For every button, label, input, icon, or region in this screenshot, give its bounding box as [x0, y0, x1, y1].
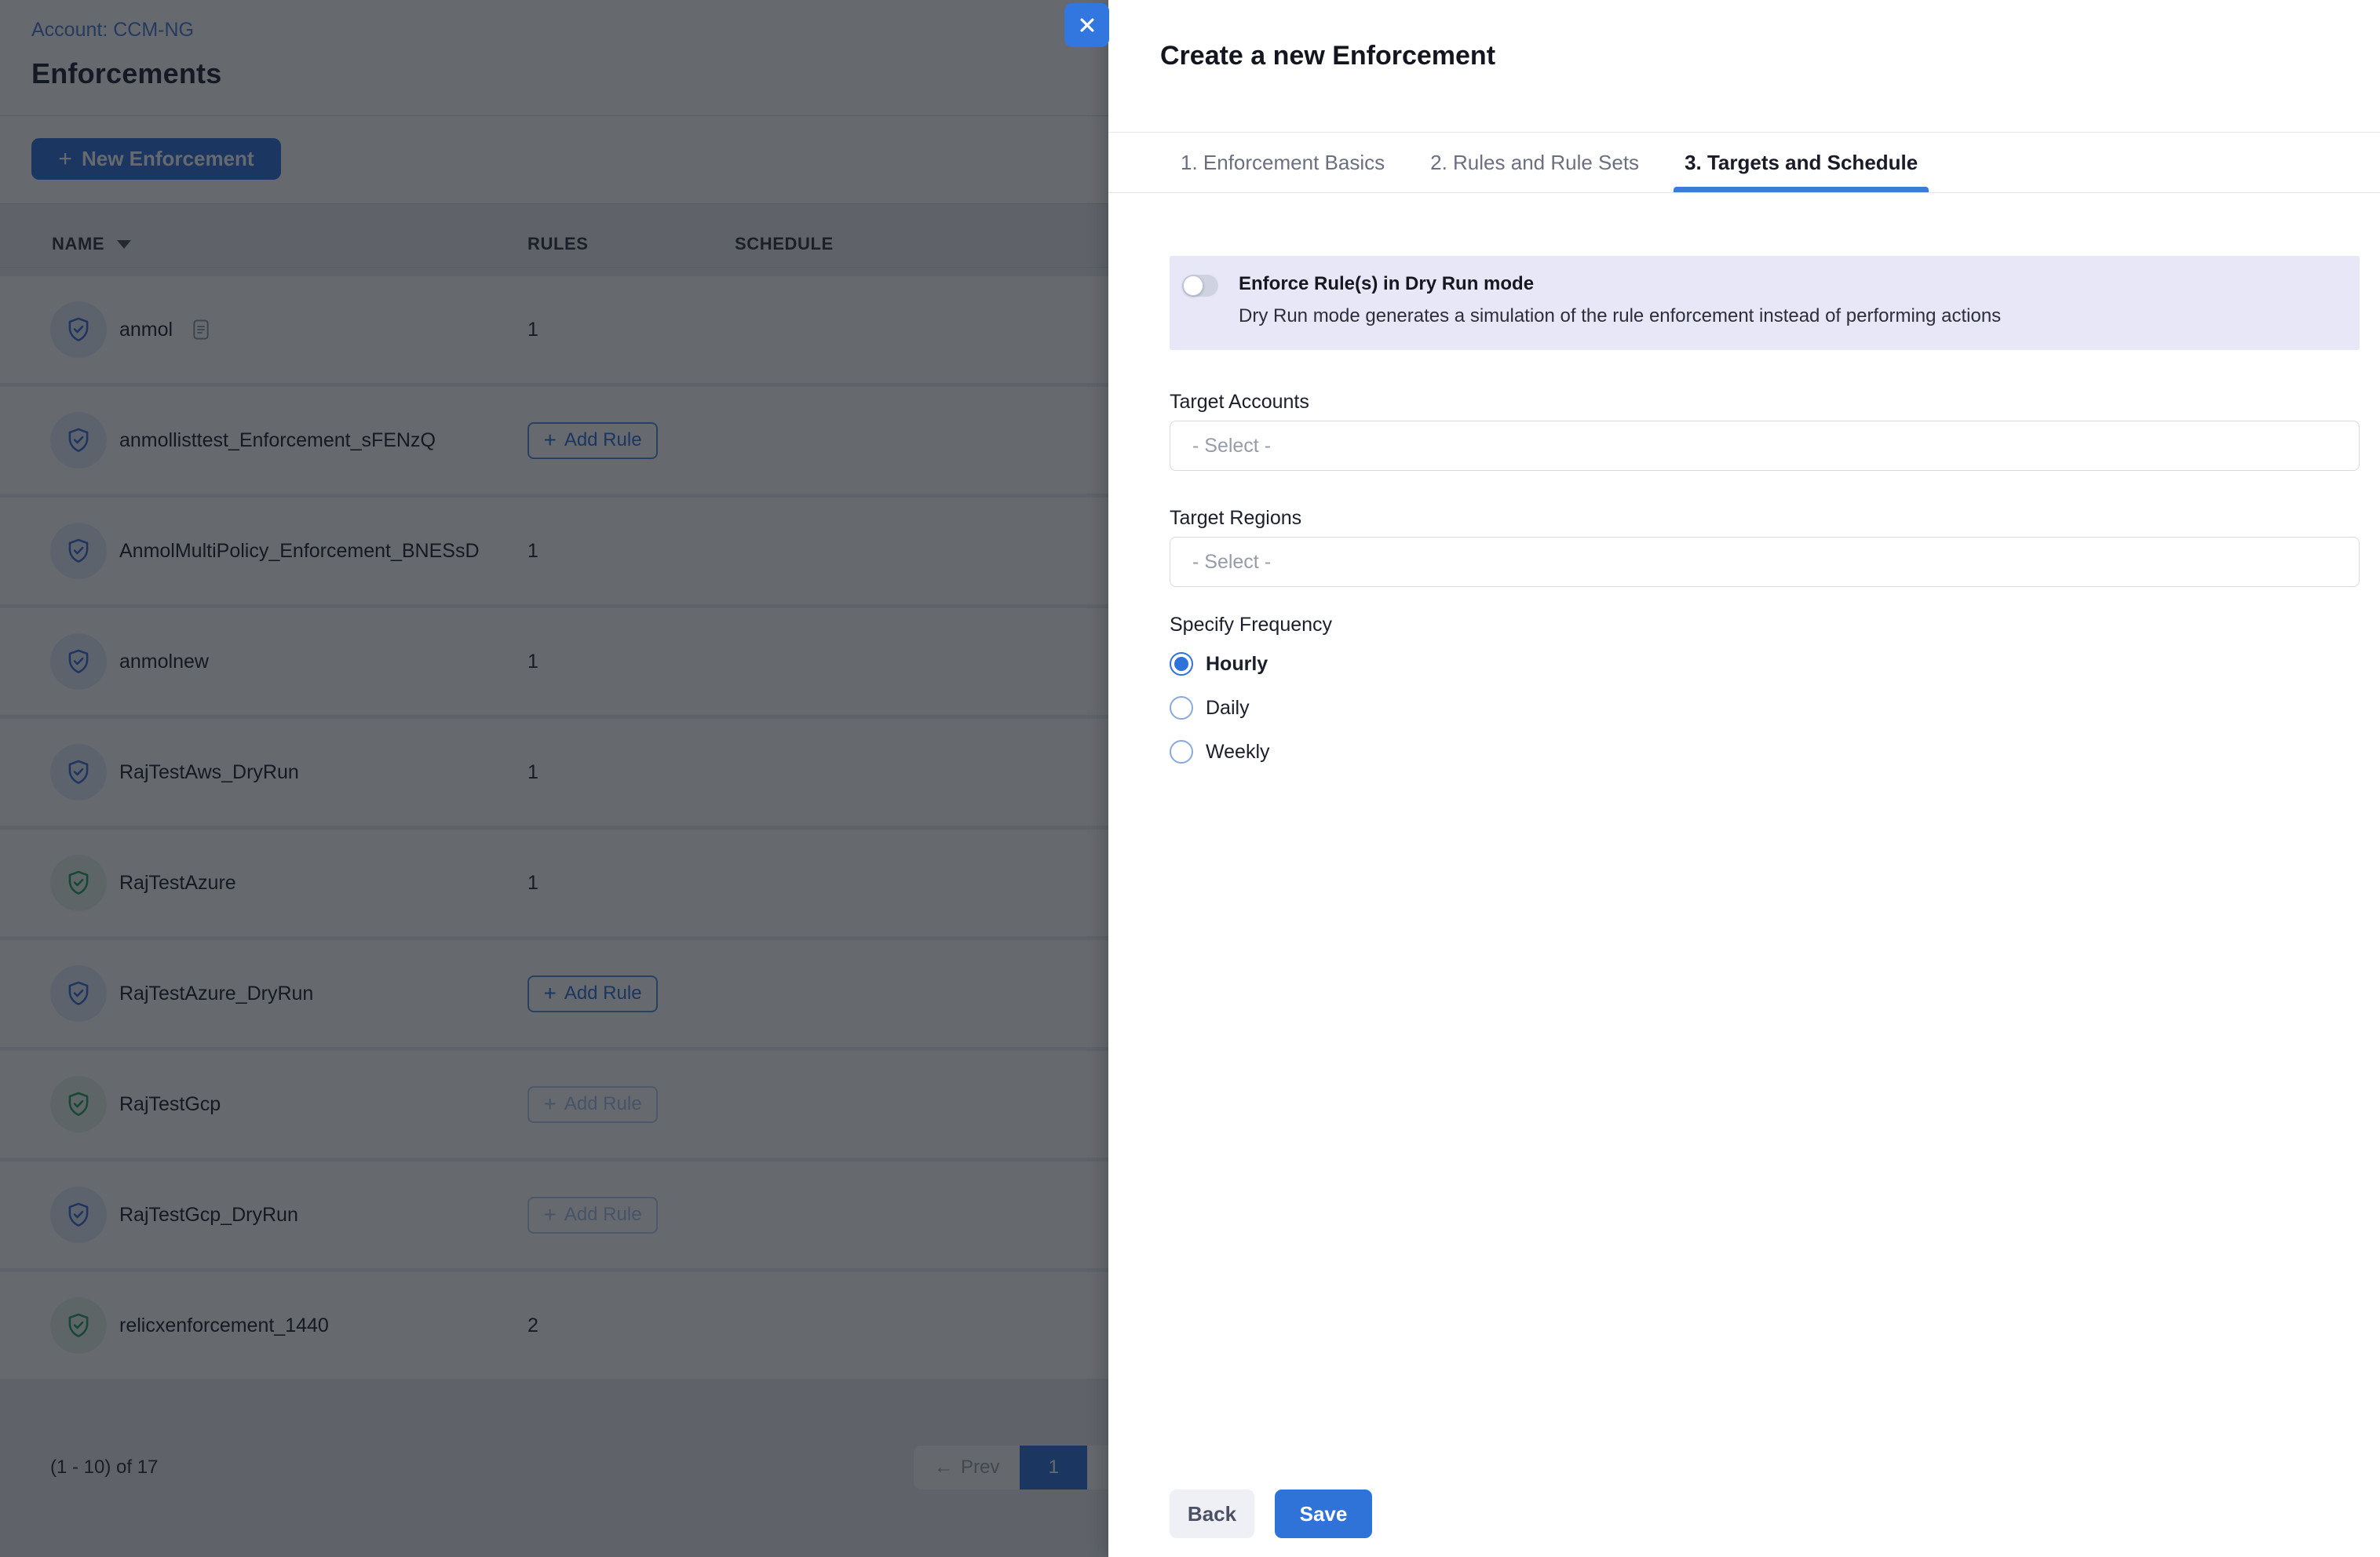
radio-label: Weekly: [1206, 741, 1270, 764]
radio-label: Hourly: [1206, 653, 1268, 676]
panel-tabs: 1. Enforcement Basics 2. Rules and Rule S…: [1108, 133, 2380, 193]
target-accounts-select[interactable]: - Select -: [1170, 421, 2360, 471]
target-regions-label: Target Regions: [1170, 507, 2360, 530]
tab-2-rules-and-rule-sets[interactable]: 2. Rules and Rule Sets: [1419, 133, 1650, 192]
close-panel-button[interactable]: [1064, 3, 1109, 47]
specify-frequency-label: Specify Frequency: [1170, 614, 2360, 636]
create-enforcement-panel: Create a new Enforcement 1. Enforcement …: [1108, 0, 2380, 1557]
target-regions-select[interactable]: - Select -: [1170, 537, 2360, 587]
frequency-option-weekly[interactable]: Weekly: [1170, 740, 2360, 764]
toggle-knob-icon: [1183, 275, 1203, 296]
radio-icon: [1170, 740, 1193, 764]
panel-header: Create a new Enforcement: [1108, 0, 2380, 133]
save-button[interactable]: Save: [1275, 1490, 1372, 1538]
dry-run-description: Dry Run mode generates a simulation of t…: [1239, 305, 2001, 327]
panel-body: Enforce Rule(s) in Dry Run mode Dry Run …: [1108, 256, 2380, 764]
panel-title: Create a new Enforcement: [1160, 41, 2380, 71]
dry-run-banner: Enforce Rule(s) in Dry Run mode Dry Run …: [1170, 256, 2360, 350]
enforcements-page: Account: CCM-NG Enforcements + New Enfor…: [0, 0, 1108, 1557]
tab-1-enforcement-basics[interactable]: 1. Enforcement Basics: [1170, 133, 1396, 192]
dry-run-toggle[interactable]: [1182, 275, 1218, 297]
radio-icon: [1170, 696, 1193, 720]
tab-3-targets-and-schedule[interactable]: 3. Targets and Schedule: [1674, 133, 1929, 192]
frequency-radio-group: Hourly Daily Weekly: [1170, 652, 2360, 764]
target-accounts-label: Target Accounts: [1170, 391, 2360, 414]
frequency-option-daily[interactable]: Daily: [1170, 696, 2360, 720]
radio-icon: [1170, 652, 1193, 676]
modal-dim-overlay: [0, 0, 1108, 1557]
dry-run-title: Enforce Rule(s) in Dry Run mode: [1239, 273, 2001, 295]
panel-footer: Back Save: [1170, 1490, 1372, 1538]
back-button[interactable]: Back: [1170, 1490, 1254, 1538]
radio-label: Daily: [1206, 697, 1250, 720]
frequency-option-hourly[interactable]: Hourly: [1170, 652, 2360, 676]
close-icon: [1075, 13, 1099, 37]
